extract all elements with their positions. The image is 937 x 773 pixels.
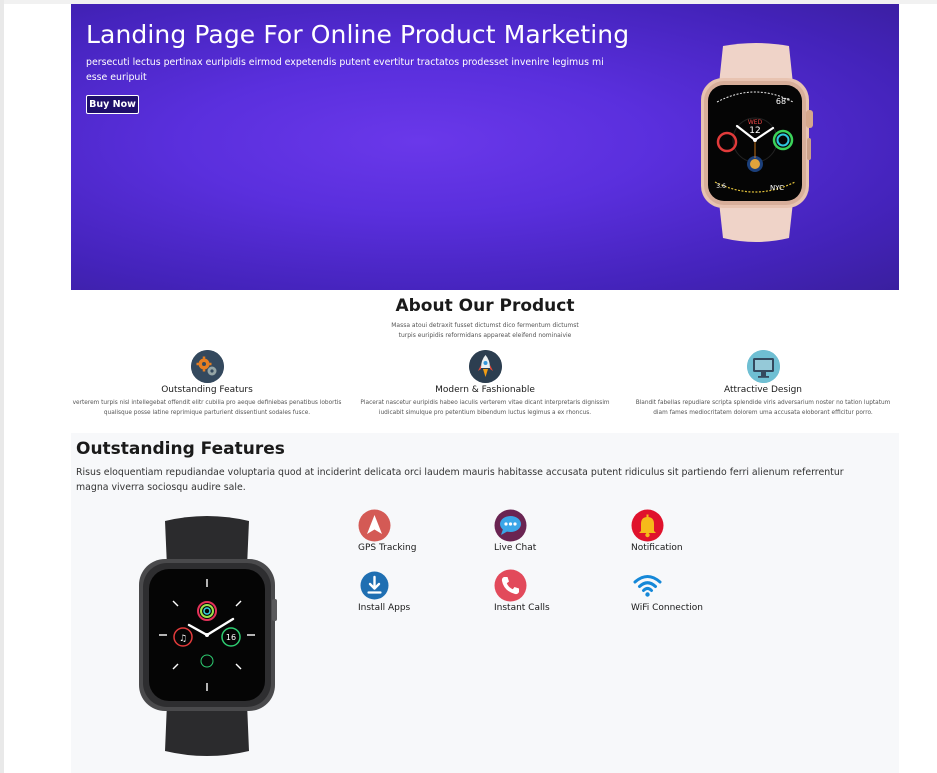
about-card-modern: Modern & Fashionable Placerat nascetur e… — [350, 350, 620, 418]
rocket-icon — [468, 350, 502, 383]
download-icon — [360, 571, 389, 600]
wifi-icon — [633, 575, 662, 597]
feature-instant-calls: Instant Calls — [494, 569, 614, 614]
about-card-title: Outstanding Featurs — [161, 385, 253, 395]
watch-temp: 68° — [776, 97, 790, 106]
feature-live-chat: Live Chat — [494, 509, 614, 554]
about-card-text: verterem turpis nisl intellegebat offend… — [72, 400, 342, 416]
bell-icon — [631, 509, 664, 542]
about-section-subtitle: Massa atoui detraxit fusset dictumst dic… — [391, 322, 579, 339]
hero-title: Landing Page For Online Product Marketin… — [86, 20, 630, 49]
feature-gps-tracking: GPS Tracking — [358, 509, 478, 554]
about-card-title: Attractive Design — [723, 385, 803, 395]
about-card-attractive: Attractive Design Blandit fabellas repud… — [628, 350, 898, 418]
about-card-text: Blandit fabellas repudiare scripta splen… — [635, 400, 891, 416]
feature-label: Instant Calls — [494, 603, 550, 613]
features-title: Outstanding Features — [76, 439, 285, 459]
feature-label: Notification — [631, 543, 683, 553]
hero-description: persecuti lectus pertinax euripidis eirm… — [86, 57, 604, 83]
monitor-icon — [746, 350, 780, 383]
feature-wifi-connection: WiFi Connection — [631, 569, 751, 614]
about-card-outstanding: Outstanding Featurs verterem turpis nisl… — [72, 350, 342, 418]
phone-icon — [494, 569, 527, 602]
pink-smartwatch-image: WED 12 68° NYC 3.6 — [701, 43, 813, 242]
hero-banner: Landing Page For Online Product Marketin… — [71, 4, 899, 290]
feature-install-apps: Install Apps — [358, 569, 478, 614]
features-section: Outstanding Features Risus eloquentiam r… — [71, 433, 899, 773]
black-smartwatch-image: ♫ 16 — [139, 516, 277, 756]
chat-bubble-icon — [494, 509, 527, 542]
svg-text:♫: ♫ — [179, 634, 187, 644]
feature-notification: Notification — [631, 509, 751, 554]
feature-label: Install Apps — [358, 603, 411, 613]
feature-label: GPS Tracking — [358, 543, 417, 553]
feature-label: Live Chat — [494, 543, 537, 553]
watch-date: WED — [748, 119, 763, 126]
watch-city: NYC — [770, 184, 784, 192]
gears-icon — [190, 350, 224, 383]
about-card-text: Placerat nascetur euripidis habeo iaculi… — [360, 400, 610, 416]
about-card-title: Modern & Fashionable — [435, 385, 535, 395]
navigation-arrow-icon — [358, 509, 391, 542]
watch-day: 16 — [226, 633, 236, 642]
about-section-title: About Our Product — [395, 296, 575, 316]
watch-day: 12 — [749, 126, 760, 136]
page-left-border — [0, 0, 4, 773]
buy-now-button[interactable]: Buy Now — [86, 95, 139, 114]
features-description: Risus eloquentiam repudiandae voluptaria… — [76, 467, 844, 493]
watch-left-number: 3.6 — [716, 183, 726, 190]
feature-label: WiFi Connection — [631, 603, 704, 613]
